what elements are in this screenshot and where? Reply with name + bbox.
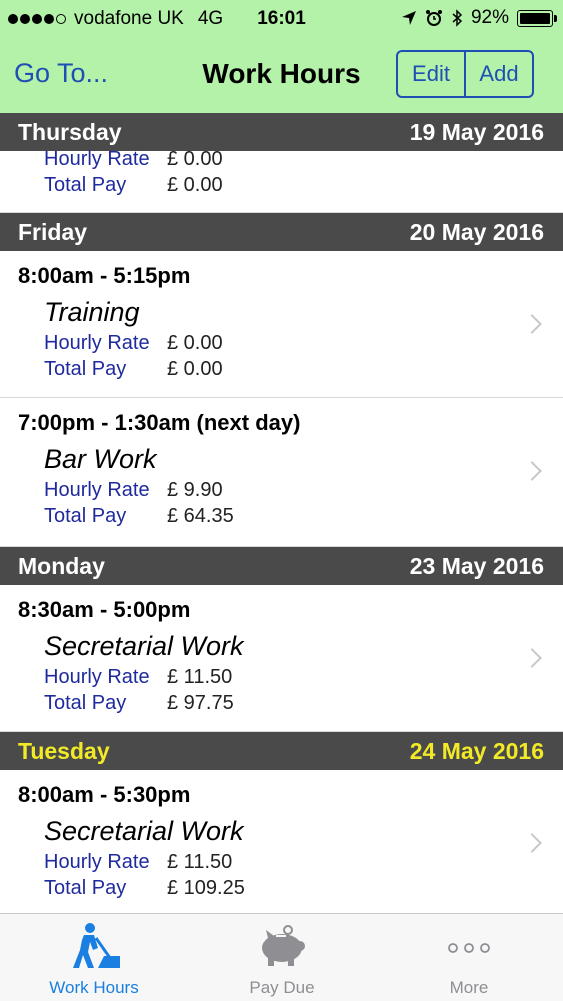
status-right: 92% [401, 7, 557, 29]
section-date: 23 May 2016 [409, 552, 544, 579]
chevron-right-icon [522, 833, 542, 853]
hourly-rate-value: £ 0.00 [167, 148, 223, 170]
more-dots-icon [448, 943, 490, 953]
alarm-clock-icon [425, 10, 442, 26]
hourly-rate-label: Hourly Rate [44, 666, 150, 688]
job-name: Bar Work [44, 444, 157, 474]
hourly-rate-label: Hourly Rate [44, 479, 150, 501]
total-pay-label: Total Pay [44, 877, 127, 899]
edit-button[interactable]: Edit [398, 52, 464, 96]
worker-digging-icon [73, 923, 120, 968]
add-button[interactable]: Add [464, 52, 532, 96]
hourly-rate-value: £ 0.00 [167, 332, 223, 354]
section-date: 20 May 2016 [409, 218, 544, 245]
list-item[interactable]: Hourly Rate £ 0.00 Total Pay £ 0.00 [0, 148, 563, 213]
job-name: Secretarial Work [44, 816, 244, 846]
hourly-rate-value: £ 9.90 [167, 479, 223, 501]
section-header-friday: Friday 20 May 2016 [0, 213, 563, 251]
location-arrow-icon [401, 11, 416, 25]
chevron-right-icon [522, 648, 542, 668]
navigation-bar: Go To... Work Hours Edit Add [0, 38, 563, 113]
section-date: 19 May 2016 [409, 118, 544, 145]
battery-percent: 92% [470, 7, 509, 28]
hourly-rate-value: £ 11.50 [167, 851, 233, 873]
edit-add-segment: Edit Add [396, 50, 534, 98]
shift-time: 8:30am - 5:00pm [18, 597, 191, 622]
tab-label: Work Hours [49, 978, 139, 997]
total-pay-label: Total Pay [44, 174, 127, 196]
total-pay-value: £ 0.00 [167, 174, 223, 196]
hourly-rate-label: Hourly Rate [44, 851, 150, 873]
list-item[interactable]: 8:00am - 5:30pm Secretarial Work Hourly … [0, 770, 563, 913]
list-item[interactable]: 7:00pm - 1:30am (next day) Bar Work Hour… [0, 398, 563, 547]
section-day: Friday [18, 218, 88, 245]
hourly-rate-label: Hourly Rate [44, 148, 150, 170]
section-day: Tuesday [18, 737, 110, 764]
list-item[interactable]: 8:00am - 5:15pm Training Hourly Rate £ 0… [0, 251, 563, 398]
tab-label: More [449, 978, 489, 997]
tab-work-hours[interactable]: Work Hours [0, 914, 188, 1001]
section-date: 24 May 2016 [409, 737, 544, 764]
job-name: Training [44, 297, 140, 327]
section-header-monday: Monday 23 May 2016 [0, 547, 563, 585]
hourly-rate-label: Hourly Rate [44, 332, 150, 354]
tab-pay-due[interactable]: Pay Due [188, 914, 376, 1001]
list-item[interactable]: 8:30am - 5:00pm Secretarial Work Hourly … [0, 585, 563, 732]
total-pay-value: £ 0.00 [167, 358, 223, 380]
total-pay-label: Total Pay [44, 692, 127, 714]
tab-label: Pay Due [249, 978, 315, 997]
shift-time: 7:00pm - 1:30am (next day) [18, 410, 301, 435]
section-day: Monday [18, 552, 105, 579]
total-pay-value: £ 97.75 [167, 692, 234, 714]
section-header-thursday: Thursday 19 May 2016 [0, 113, 563, 151]
piggy-bank-icon [262, 925, 305, 966]
section-day: Thursday [18, 118, 122, 145]
total-pay-value: £ 109.25 [167, 877, 245, 899]
total-pay-label: Total Pay [44, 358, 127, 380]
battery-icon [517, 9, 557, 27]
tab-more[interactable]: More [375, 914, 563, 1001]
job-name: Secretarial Work [44, 631, 244, 661]
hourly-rate-value: £ 11.50 [167, 666, 233, 688]
work-hours-list[interactable]: Thursday 19 May 2016 Hourly Rate £ 0.00 … [0, 113, 563, 913]
bluetooth-icon [452, 9, 463, 27]
shift-time: 8:00am - 5:15pm [18, 263, 191, 288]
chevron-right-icon [522, 314, 542, 334]
status-bar: vodafone UK 4G 16:01 92% [0, 0, 563, 38]
total-pay-value: £ 64.35 [167, 505, 234, 527]
total-pay-label: Total Pay [44, 505, 127, 527]
top-bar: vodafone UK 4G 16:01 92% Go To... Work H… [0, 0, 563, 113]
section-header-tuesday: Tuesday 24 May 2016 [0, 732, 563, 770]
chevron-right-icon [522, 461, 542, 481]
shift-time: 8:00am - 5:30pm [18, 782, 191, 807]
tab-bar: Work Hours Pay Due More [0, 913, 563, 1001]
